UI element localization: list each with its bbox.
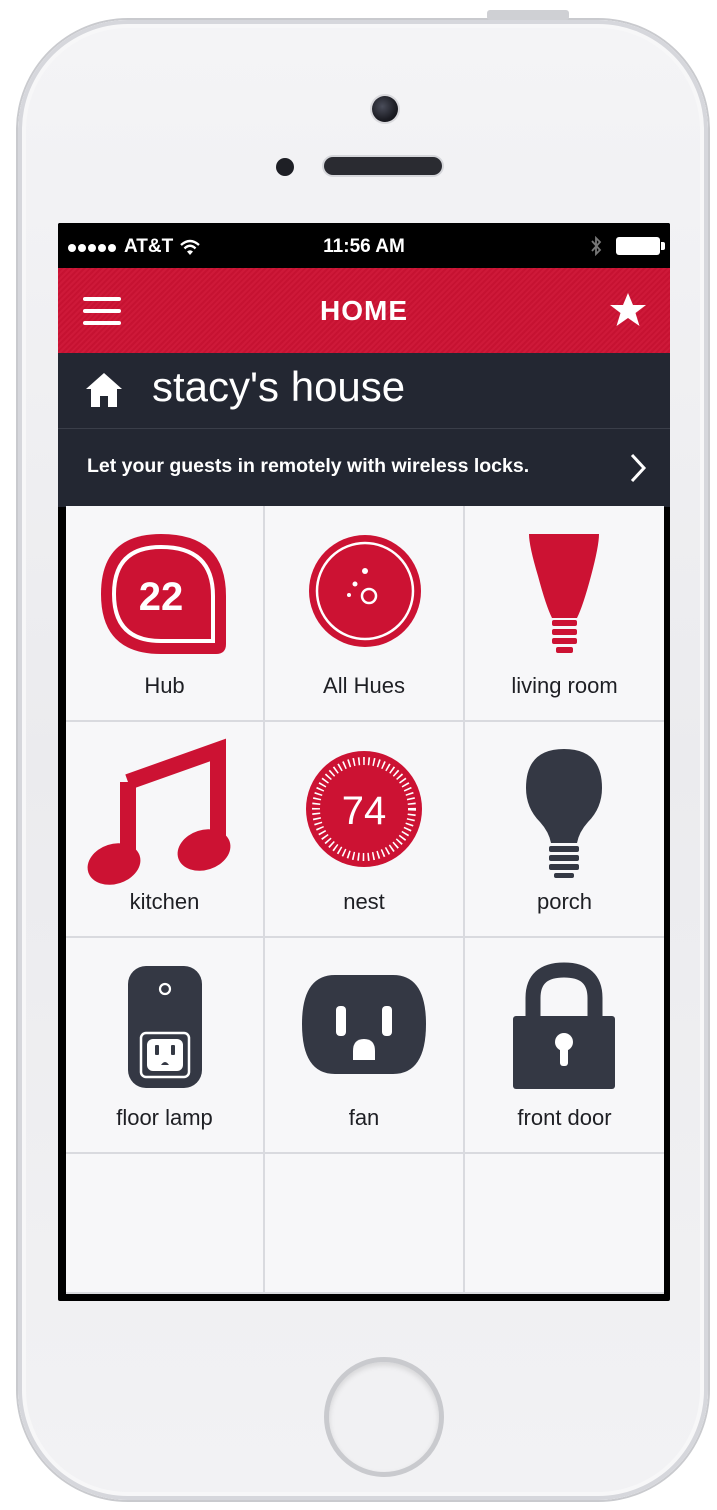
empty-tile <box>265 1154 465 1294</box>
tile-label: kitchen <box>129 889 200 914</box>
tile-label: living room <box>511 673 618 698</box>
page-title: HOME <box>320 295 408 326</box>
location-header[interactable]: stacy's house <box>58 353 670 428</box>
clock: 11:56 AM <box>323 236 405 257</box>
tile-front-door[interactable]: front door <box>465 938 664 1154</box>
tile-fan[interactable]: fan <box>265 938 465 1154</box>
empty-tile <box>66 1154 265 1294</box>
tile-label: fan <box>348 1105 380 1130</box>
sleep-button[interactable] <box>487 10 569 20</box>
tile-label: Hub <box>144 673 185 698</box>
tile-all-hues[interactable]: All Hues <box>265 506 465 722</box>
chevron-right-icon <box>630 453 647 483</box>
status-bar: AT&T 11:56 AM <box>58 223 670 268</box>
tile-floor-lamp[interactable]: floor lamp <box>66 938 265 1154</box>
tile-label: porch <box>536 889 593 914</box>
tile-label: nest <box>343 889 385 914</box>
tile-label: floor lamp <box>116 1105 213 1130</box>
tile-hub[interactable]: 22 Hub <box>66 506 265 722</box>
tile-label: front door <box>517 1105 612 1130</box>
tile-label: All Hues <box>323 673 405 698</box>
earpiece-speaker <box>324 157 442 175</box>
home-button[interactable] <box>324 1357 444 1477</box>
tile-kitchen[interactable]: kitchen <box>66 722 265 938</box>
bluetooth-icon <box>591 236 602 256</box>
nav-bar: HOME <box>58 268 670 354</box>
proximity-sensor <box>276 158 294 176</box>
device-grid: 22 Hub All Hues living room kitchen 74 n… <box>66 506 664 1294</box>
tile-porch[interactable]: porch <box>465 722 664 938</box>
tile-living-room[interactable]: living room <box>465 506 664 722</box>
location-name: stacy's house <box>152 363 406 410</box>
promo-text: Let your guests in remotely with wireles… <box>87 455 530 477</box>
promo-banner[interactable]: Let your guests in remotely with wireles… <box>58 428 670 507</box>
app-screen: AT&T 11:56 AM HOME stacy's house Let you… <box>58 223 670 1301</box>
tile-nest[interactable]: 74 nest <box>265 722 465 938</box>
nest-temperature: 74 <box>342 789 387 833</box>
battery-icon <box>616 237 665 255</box>
house-icon <box>86 373 122 407</box>
star-icon[interactable] <box>608 290 648 330</box>
hub-badge: 22 <box>139 575 184 619</box>
front-camera <box>372 96 398 122</box>
empty-tile <box>465 1154 664 1294</box>
